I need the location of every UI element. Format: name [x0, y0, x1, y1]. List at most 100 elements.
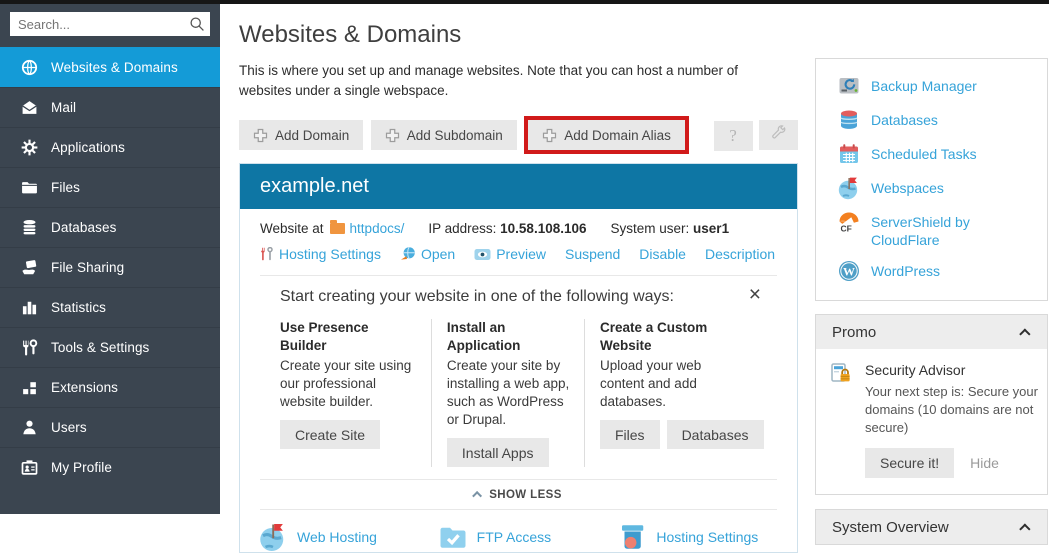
secure-it-button[interactable]: Secure it!	[865, 448, 954, 478]
sidebar-item-extensions[interactable]: Extensions	[0, 367, 220, 407]
sidebar-item-databases[interactable]: Databases	[0, 207, 220, 247]
quick-links-row: Web Hosting FTP Access Hosting Settings	[240, 510, 797, 552]
quick-link-label: FTP Access	[477, 529, 551, 545]
sidebar-item-label: Files	[51, 180, 80, 195]
action-label: Open	[421, 246, 455, 262]
globe-icon	[21, 59, 38, 76]
preview-link[interactable]: Preview	[474, 246, 546, 262]
quick-link-label: Hosting Settings	[656, 529, 758, 545]
sidebar-item-statistics[interactable]: Statistics	[0, 287, 220, 327]
tools-button[interactable]	[759, 120, 798, 150]
wordpress-icon: W	[837, 259, 861, 283]
hosting-tools-icon	[260, 247, 274, 262]
column-heading: Install an Application	[447, 319, 570, 355]
button-label: Add Domain Alias	[564, 128, 671, 143]
sidebar-item-mail[interactable]: Mail	[0, 87, 220, 127]
quick-link-label: Web Hosting	[297, 529, 377, 545]
action-label: Description	[705, 246, 775, 262]
right-sidebar: Backup Manager Databases Scheduled Tasks…	[815, 58, 1048, 545]
right-link-label: Databases	[871, 108, 938, 129]
search-area	[0, 0, 220, 47]
hosting-settings-link[interactable]: Hosting Settings	[260, 246, 381, 262]
security-advisor-icon	[830, 362, 856, 478]
action-label: Hosting Settings	[279, 246, 381, 262]
plus-icon	[385, 128, 400, 143]
svg-text:CF: CF	[841, 224, 852, 234]
search-icon[interactable]	[189, 16, 205, 32]
plus-icon	[253, 128, 268, 143]
suspend-link[interactable]: Suspend	[565, 246, 620, 262]
envelope-icon	[21, 99, 38, 116]
search-box	[10, 12, 210, 36]
wrench-icon	[771, 125, 787, 146]
promo-panel-header[interactable]: Promo	[816, 315, 1047, 349]
web-hosting-link[interactable]: Web Hosting	[258, 522, 438, 552]
system-user-label: System user:	[611, 221, 690, 236]
gear-icon	[21, 139, 38, 156]
hosting-settings-quick-link[interactable]: Hosting Settings	[617, 522, 797, 552]
right-link-label: ServerShield by CloudFlare	[871, 210, 1035, 249]
domain-card-body: Website at httpdocs/ IP address: 10.58.1…	[240, 209, 797, 510]
servershield-link[interactable]: CF ServerShield by CloudFlare	[816, 205, 1047, 254]
column-text: Create your site by installing a web app…	[447, 357, 570, 429]
sidebar-item-users[interactable]: Users	[0, 407, 220, 447]
wordpress-link[interactable]: W WordPress	[816, 254, 1047, 288]
sidebar-item-label: Tools & Settings	[51, 340, 149, 355]
globe-flag-icon	[258, 522, 288, 552]
create-site-button[interactable]: Create Site	[280, 420, 380, 449]
open-link[interactable]: Open	[400, 246, 455, 262]
close-icon[interactable]: ×	[749, 284, 761, 305]
system-overview-title: System Overview	[832, 519, 949, 536]
system-overview-header[interactable]: System Overview	[816, 510, 1047, 544]
databases-button[interactable]: Databases	[667, 420, 764, 449]
domain-card: example.net Website at httpdocs/ IP addr…	[239, 163, 798, 553]
sidebar-item-label: Databases	[51, 220, 116, 235]
description-link[interactable]: Description	[705, 246, 775, 262]
system-overview-panel: System Overview	[815, 509, 1048, 545]
action-label: Disable	[639, 246, 686, 262]
button-label: Add Domain	[275, 128, 349, 143]
sidebar-item-tools-settings[interactable]: Tools & Settings	[0, 327, 220, 367]
backup-manager-link[interactable]: Backup Manager	[816, 69, 1047, 103]
red-highlight-box: Add Domain Alias	[524, 116, 689, 154]
cloudflare-icon: CF	[837, 210, 861, 234]
install-application-column: Install an Application Create your site …	[431, 319, 584, 467]
help-button[interactable]: ?	[714, 121, 753, 151]
show-less-toggle[interactable]: SHOW LESS	[260, 480, 777, 509]
sidebar-item-label: Applications	[51, 140, 125, 155]
security-advisor-content: Security Advisor Your next step is: Secu…	[865, 362, 1041, 478]
sidebar-item-websites-domains[interactable]: Websites & Domains	[0, 47, 220, 87]
sidebar-item-my-profile[interactable]: My Profile	[0, 447, 220, 487]
right-link-label: Backup Manager	[871, 74, 977, 95]
column-heading: Create a Custom Website	[600, 319, 743, 355]
hide-link[interactable]: Hide	[970, 455, 999, 471]
sidebar-item-label: Users	[51, 420, 87, 435]
webspaces-icon	[837, 176, 861, 200]
bar-chart-icon	[21, 299, 38, 316]
security-advisor-text: Your next step is: Secure your domains (…	[865, 383, 1041, 437]
column-text: Create your site using our professional …	[280, 357, 417, 411]
page-title: Websites & Domains	[239, 21, 816, 49]
sidebar-item-file-sharing[interactable]: File Sharing	[0, 247, 220, 287]
search-input[interactable]	[10, 12, 210, 36]
action-label: Suspend	[565, 246, 620, 262]
disable-link[interactable]: Disable	[639, 246, 686, 262]
security-advisor-title: Security Advisor	[865, 362, 1041, 378]
files-button[interactable]: Files	[600, 420, 660, 449]
databases-link[interactable]: Databases	[816, 103, 1047, 137]
add-subdomain-button[interactable]: Add Subdomain	[371, 120, 517, 150]
docroot-link[interactable]: httpdocs/	[350, 221, 405, 236]
scheduled-tasks-link[interactable]: Scheduled Tasks	[816, 137, 1047, 171]
sidebar-item-label: Websites & Domains	[51, 60, 178, 75]
sidebar-item-applications[interactable]: Applications	[0, 127, 220, 167]
sidebar-item-files[interactable]: Files	[0, 167, 220, 207]
collapse-chevron-icon	[1019, 523, 1030, 534]
add-domain-button[interactable]: Add Domain	[239, 120, 363, 150]
add-domain-alias-button[interactable]: Add Domain Alias	[528, 120, 685, 150]
webspaces-link[interactable]: Webspaces	[816, 171, 1047, 205]
ftp-access-link[interactable]: FTP Access	[438, 522, 618, 552]
domain-info-row: Website at httpdocs/ IP address: 10.58.1…	[260, 221, 777, 236]
right-link-label: WordPress	[871, 259, 940, 280]
install-apps-button[interactable]: Install Apps	[447, 438, 549, 467]
backup-manager-icon	[837, 74, 861, 98]
